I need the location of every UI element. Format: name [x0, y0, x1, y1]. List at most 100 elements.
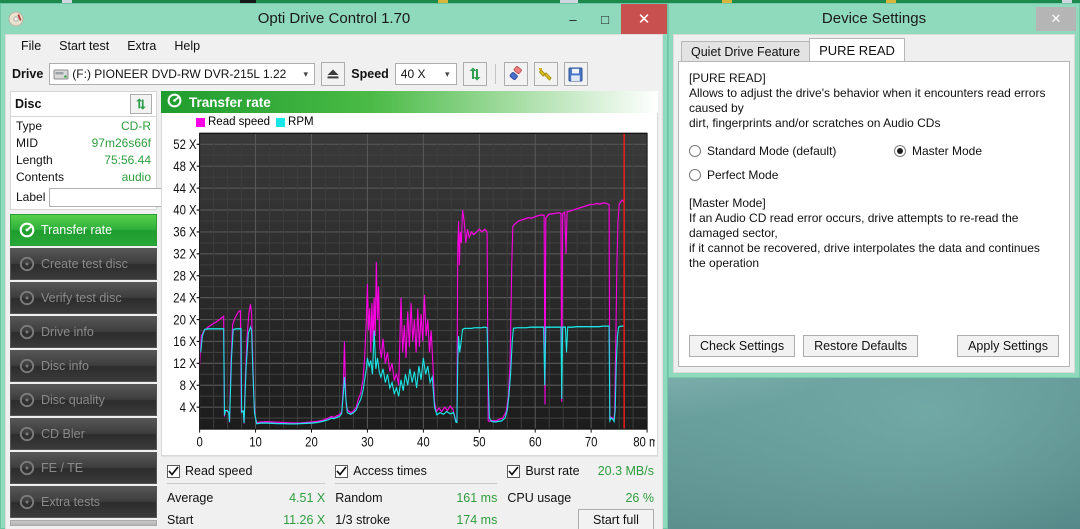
start-full-row: Start full [507, 509, 654, 529]
stat-key: CPU usage [507, 491, 572, 506]
disc-row-value: CD-R [121, 118, 151, 133]
sidebar-item-disc-info[interactable]: Disc info [10, 350, 157, 382]
drive-toolbar: Drive (F:) PIONEER DVD-RW DVR-215L 1.22 … [6, 57, 662, 91]
check-icon [336, 466, 347, 477]
disc-row-key: Type [16, 118, 43, 133]
left-sidebar: Disc Type CD-R MID 97m26s66f Length 75:5… [10, 91, 221, 529]
chart-header: Transfer rate [161, 91, 658, 113]
plug-button[interactable] [533, 62, 558, 86]
content-split: Disc Type CD-R MID 97m26s66f Length 75:5… [6, 91, 667, 529]
disc-refresh-button[interactable] [130, 94, 152, 114]
stat-value: 11.26 X [283, 512, 326, 527]
read-speed-checkbox[interactable] [167, 464, 180, 478]
restore-defaults-button[interactable]: Restore Defaults [803, 335, 919, 357]
radio-master-mode[interactable]: Master Mode [894, 144, 1059, 158]
radio-label: Perfect Mode [707, 168, 779, 182]
title-bar[interactable]: Opti Drive Control 1.70 – □ ✕ [1, 4, 667, 34]
mode-line2: if it cannot be recovered, drive interpo… [689, 241, 1040, 270]
access-times-checkbox[interactable] [335, 464, 349, 478]
speed-select[interactable]: 40 X ▾ [394, 63, 457, 85]
minimize-button[interactable]: – [557, 4, 589, 34]
tab-strip: Quiet Drive Feature PURE READ [678, 38, 1070, 61]
radio-standard-mode[interactable]: Standard Mode (default) [689, 144, 894, 158]
rescan-button[interactable] [462, 62, 487, 86]
sidebar-item-extra-tests[interactable]: Extra tests [10, 486, 157, 518]
read-speed-stats: Read speed Average 4.51 X Start 11.26 X [167, 463, 326, 529]
menu-item-file[interactable]: File [12, 37, 50, 55]
radio-dot-icon [689, 145, 701, 157]
optical-drive-icon [53, 67, 69, 81]
pure-read-description-line1: Allows to adjust the drive's behavior wh… [689, 86, 1046, 115]
start-full-button[interactable]: Start full [577, 509, 654, 529]
chevron-down-icon[interactable]: ▾ [297, 64, 314, 84]
tab-pure-read[interactable]: PURE READ [809, 38, 905, 61]
radio-label: Master Mode [912, 144, 983, 158]
close-button[interactable]: ✕ [621, 4, 667, 34]
close-icon[interactable]: ✕ [1036, 7, 1076, 31]
window-body: File Start test Extra Help Drive (F:) PI… [5, 34, 667, 529]
sidebar-item-cd-bler[interactable]: CD Bler [10, 418, 157, 450]
menu-item-start-test[interactable]: Start test [50, 37, 118, 55]
burn-disc-icon [19, 256, 35, 272]
apply-settings-button[interactable]: Apply Settings [957, 335, 1059, 357]
sidebar-item-label: FE / TE [41, 461, 84, 475]
eject-button[interactable] [321, 62, 346, 86]
disc-info-icon [19, 358, 35, 374]
svg-text:8 X: 8 X [180, 378, 198, 393]
eraser-icon [509, 66, 522, 81]
svg-text:20: 20 [305, 435, 318, 450]
sidebar-item-create-test-disc[interactable]: Create test disc [10, 248, 157, 280]
check-settings-button[interactable]: Check Settings [689, 335, 796, 357]
sidebar-item-disc-quality[interactable]: Disc quality [10, 384, 157, 416]
maximize-button[interactable]: □ [589, 4, 621, 34]
read-speed-header: Read speed [167, 463, 325, 480]
burst-rate-checkbox[interactable] [507, 464, 521, 478]
device-settings-title-bar[interactable]: Device Settings ✕ [669, 4, 1079, 34]
divider [335, 482, 498, 484]
svg-text:10: 10 [249, 435, 262, 450]
refresh-arrows-icon [469, 67, 481, 81]
radio-perfect-mode[interactable]: Perfect Mode [689, 168, 894, 182]
tab-quiet-drive-feature[interactable]: Quiet Drive Feature [681, 41, 811, 61]
disc-row-value: 97m26s66f [91, 135, 151, 150]
chart-area: Read speed RPM 4 X 8 X 12 X 16 X 20 X 24 X 28 … [161, 113, 667, 456]
disc-panel: Disc Type CD-R MID 97m26s66f Length 75:5… [10, 91, 221, 210]
speed-select-value: 40 X [400, 67, 426, 81]
chevron-down-icon[interactable]: ▾ [439, 64, 456, 84]
save-button[interactable] [563, 62, 588, 86]
sidebar-item-label: Transfer rate [41, 223, 113, 237]
sidebar-item-verify-test-disc[interactable]: Verify test disc [10, 282, 157, 314]
sidebar-item-label: Create test disc [41, 257, 128, 271]
nav-list: Transfer rate Create test disc Verify te… [10, 214, 157, 518]
svg-text:48 X: 48 X [173, 159, 197, 174]
legend-swatch [196, 117, 205, 127]
svg-text:52 X: 52 X [173, 137, 197, 152]
sidebar-item-fe-te[interactable]: FE / TE [10, 452, 157, 484]
stat-value: 161 ms [456, 491, 498, 506]
burst-rate-value: 20.3 MB/s [597, 464, 654, 479]
read-speed-label: Read speed [185, 464, 253, 479]
sidebar-item-label: CD Bler [41, 427, 85, 441]
menu-item-extra[interactable]: Extra [118, 37, 165, 55]
svg-text:40: 40 [417, 435, 430, 450]
erase-button[interactable] [503, 62, 528, 86]
legend-entry-rpm: RPM [276, 116, 314, 128]
disc-label-key: Label [16, 190, 46, 204]
speed-gauge-icon [167, 93, 182, 111]
stat-row-random: Random 161 ms [335, 488, 497, 509]
sidebar-item-label: Disc info [41, 359, 89, 373]
radio-dot-icon [689, 169, 701, 181]
sidebar-item-label: Disc quality [41, 393, 105, 407]
drive-select[interactable]: (F:) PIONEER DVD-RW DVR-215L 1.22 ▾ [49, 63, 316, 85]
stat-value: 26 % [625, 491, 654, 506]
stat-key: Random [335, 491, 383, 506]
pure-read-tab-page: [PURE READ] Allows to adjust the drive's… [678, 61, 1070, 367]
svg-text:16 X: 16 X [173, 334, 197, 349]
mode-radio-group: Standard Mode (default) Master Mode Perf… [689, 144, 1059, 182]
sidebar-item-transfer-rate[interactable]: Transfer rate [10, 214, 157, 246]
chart-column: Transfer rate Read speed RPM 4 X 8 X 12 … [161, 91, 667, 529]
legend-swatch [276, 117, 286, 127]
menu-item-help[interactable]: Help [165, 37, 209, 55]
disc-panel-title: Disc [15, 97, 42, 111]
sidebar-item-drive-info[interactable]: Drive info [10, 316, 157, 348]
